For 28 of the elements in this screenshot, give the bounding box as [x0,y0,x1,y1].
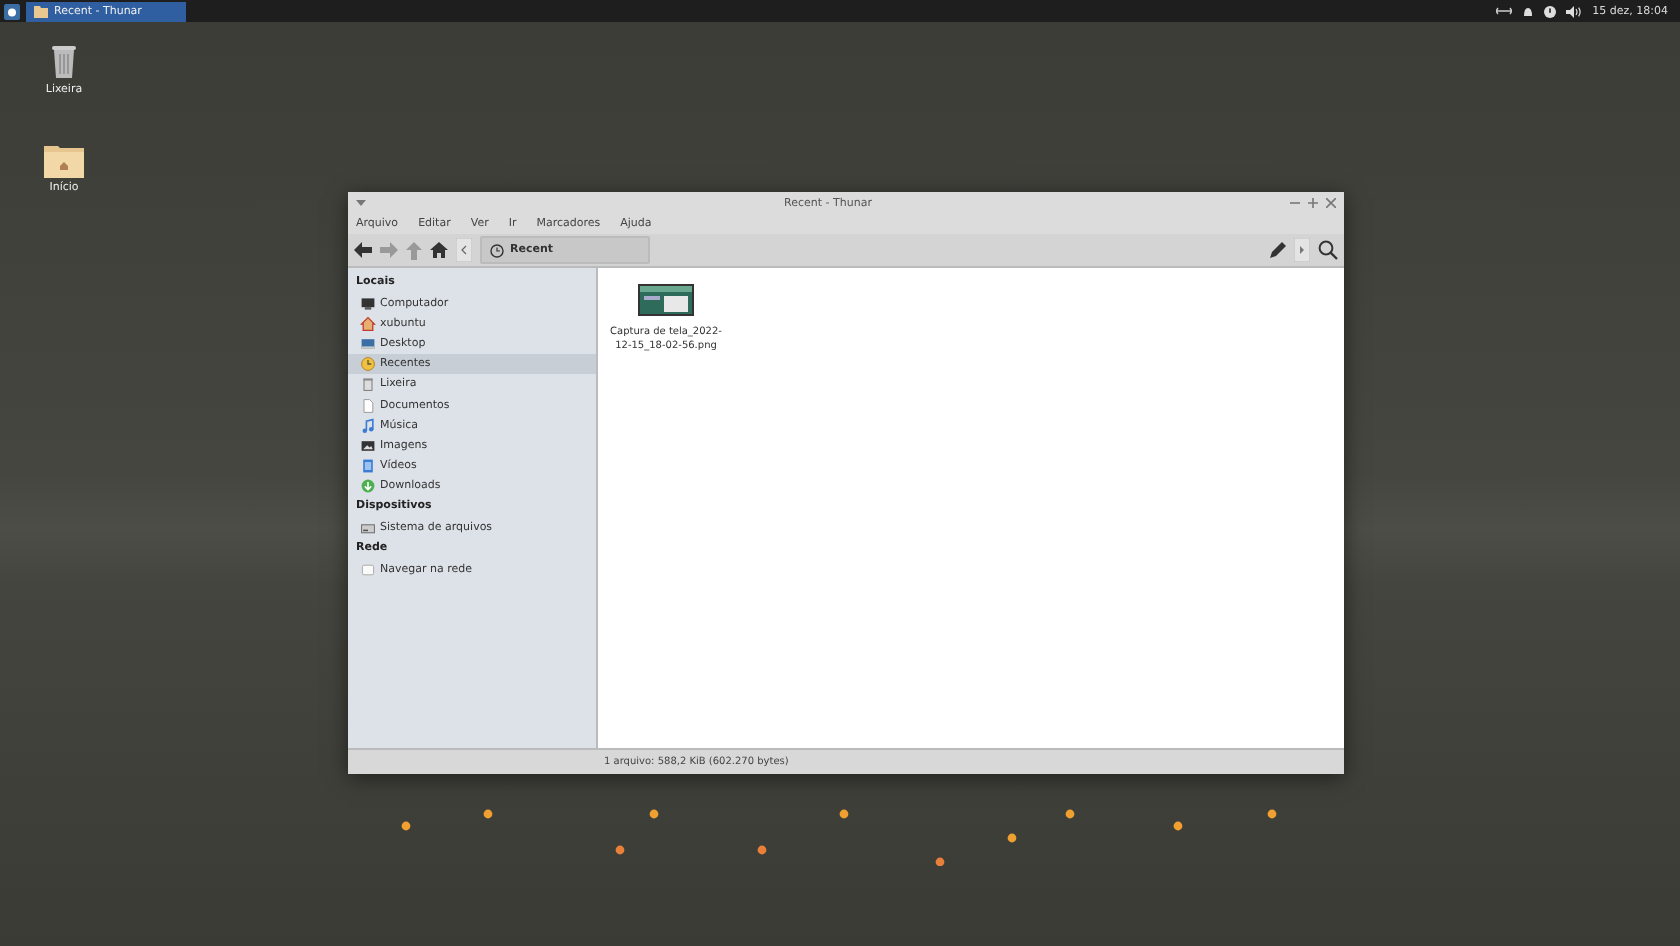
volume-icon[interactable] [1566,5,1583,17]
document-icon [360,397,376,414]
home-icon [360,316,376,333]
desktop-icon [360,336,376,353]
bell-icon[interactable] [1522,5,1535,17]
home-icon[interactable] [430,242,448,258]
search-icon[interactable] [1318,240,1338,260]
image-icon [360,437,376,454]
close-icon[interactable] [1326,198,1336,208]
drive-icon [360,519,376,536]
scroll-right-icon[interactable] [1294,238,1310,262]
folder-icon [34,5,48,17]
download-icon [360,477,376,494]
image-thumbnail-icon [638,284,694,316]
app-menu-icon[interactable] [4,3,20,19]
music-note-icon [360,417,376,434]
clock-icon [490,243,504,257]
clock-icon [360,356,376,373]
monitor-icon [360,296,376,313]
power-icon[interactable] [1544,5,1557,17]
maximize-icon[interactable] [1308,198,1318,208]
trash-can-icon[interactable] [50,44,78,80]
home-folder-icon[interactable] [44,144,84,178]
network-icon[interactable] [1496,6,1513,16]
back-arrow-icon[interactable] [354,242,372,258]
window-menu-icon[interactable] [356,199,366,207]
trash-icon [360,376,376,393]
pencil-icon[interactable] [1270,242,1286,258]
